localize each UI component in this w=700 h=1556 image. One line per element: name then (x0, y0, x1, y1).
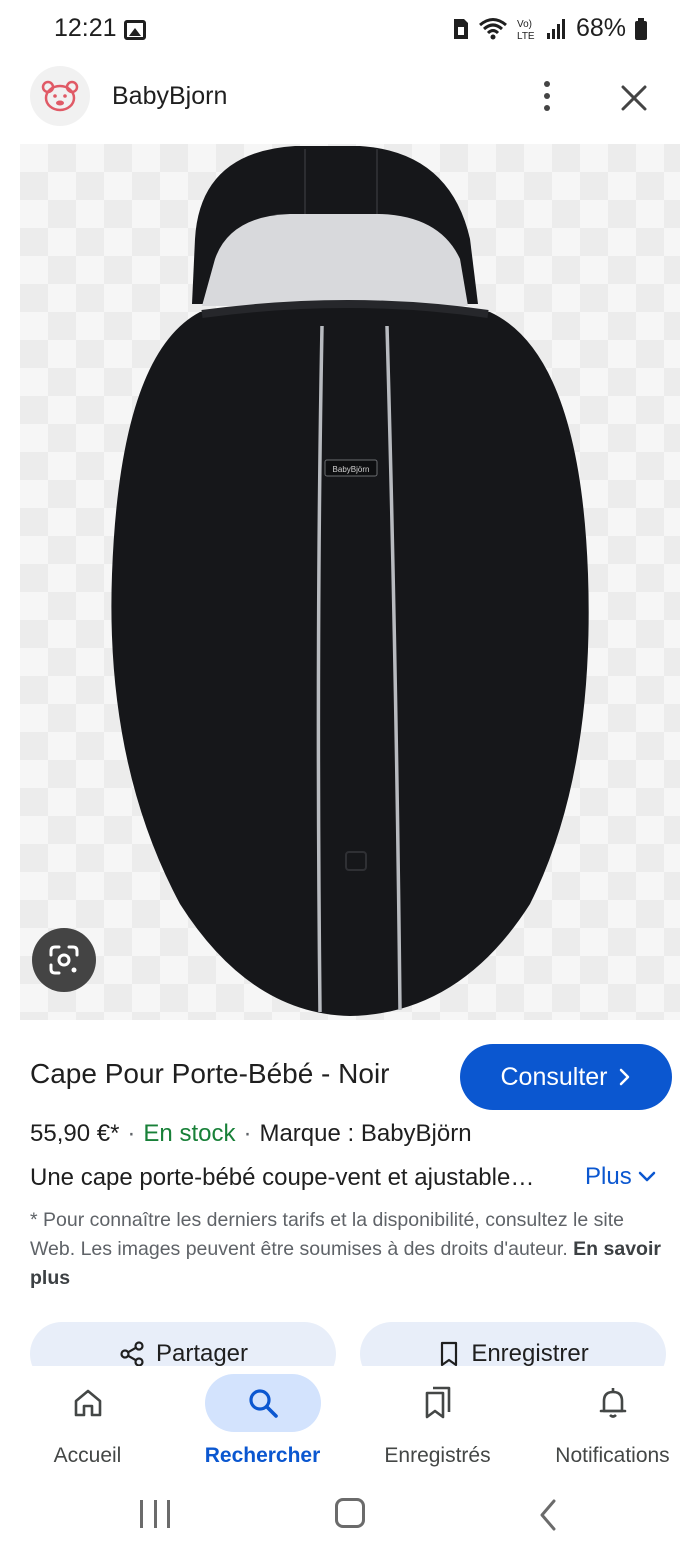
bell-icon (599, 1388, 626, 1418)
nav-item-search[interactable]: Rechercher (175, 1366, 350, 1478)
more-vertical-icon[interactable] (532, 76, 562, 116)
save-label: Enregistrer (471, 1340, 589, 1367)
product-image[interactable]: BabyBjörn (20, 144, 680, 1020)
disclaimer-text: * Pour connaître les derniers tarifs et … (30, 1209, 624, 1260)
nav-label-notifications: Notifications (555, 1444, 670, 1467)
brand: Marque : BabyBjörn (259, 1120, 472, 1147)
home-icon (74, 1389, 101, 1417)
baby-carrier-cape-image: BabyBjörn (111, 146, 589, 1016)
volte-lte-icon: Vo) LTE (517, 19, 535, 42)
consult-label: Consulter (500, 1062, 608, 1091)
price: 55,90 €* (30, 1120, 120, 1147)
nav-label-saved: Enregistrés (384, 1444, 491, 1467)
share-icon (120, 1341, 144, 1367)
image-notification-icon (124, 20, 146, 40)
site-name[interactable]: BabyBjorn (112, 82, 227, 111)
sim-icon (453, 18, 468, 39)
status-time: 12:21 (54, 14, 117, 42)
product-brand-label: BabyBjörn (333, 465, 370, 474)
status-icons: Vo) LTE 68% (452, 14, 648, 43)
svg-text:Vo): Vo) (517, 19, 532, 30)
nav-label-home: Accueil (53, 1444, 122, 1467)
signal-icon (546, 18, 565, 39)
nav-item-home[interactable]: Accueil (0, 1366, 175, 1478)
share-label: Partager (155, 1340, 249, 1367)
chevron-right-icon (619, 1068, 629, 1086)
stock-status: En stock (143, 1120, 236, 1147)
product-description: Une cape porte-bébé coupe-vent et ajusta… (30, 1164, 535, 1191)
battery-percent: 68% (575, 14, 626, 42)
svg-text:LTE: LTE (517, 31, 535, 42)
consult-button[interactable]: Consulter (460, 1044, 672, 1110)
battery-icon (635, 17, 647, 40)
home-system-icon[interactable] (335, 1498, 365, 1528)
wifi-icon (478, 17, 507, 39)
status-bar: 12:21 Vo) LTE 68% (0, 0, 700, 62)
nav-item-notifications[interactable]: Notifications (525, 1366, 700, 1478)
nav-label-search: Rechercher (204, 1444, 321, 1467)
chevron-down-icon (638, 1171, 655, 1182)
nav-item-saved[interactable]: Enregistrés (350, 1366, 525, 1478)
more-button[interactable]: Plus (585, 1163, 656, 1191)
babybjorn-logo-icon (30, 66, 90, 126)
close-icon[interactable] (614, 78, 654, 118)
system-nav-bar (0, 1478, 700, 1556)
more-label: Plus (585, 1163, 632, 1190)
google-lens-icon[interactable] (32, 928, 96, 992)
bookmark-icon (441, 1341, 458, 1367)
search-icon (248, 1389, 278, 1418)
product-title: Cape Pour Porte-Bébé - Noir (30, 1058, 390, 1089)
app-header: BabyBjorn (0, 62, 700, 140)
price-line: 55,90 €* · En stock · Marque : BabyBjörn (30, 1120, 472, 1147)
recents-icon[interactable] (140, 1500, 170, 1530)
bottom-nav: Accueil Rechercher Enregistrés Notificat… (0, 1366, 700, 1478)
back-icon[interactable] (536, 1498, 560, 1532)
bookmarks-icon (425, 1386, 450, 1419)
disclaimer: * Pour connaître les derniers tarifs et … (30, 1206, 670, 1293)
